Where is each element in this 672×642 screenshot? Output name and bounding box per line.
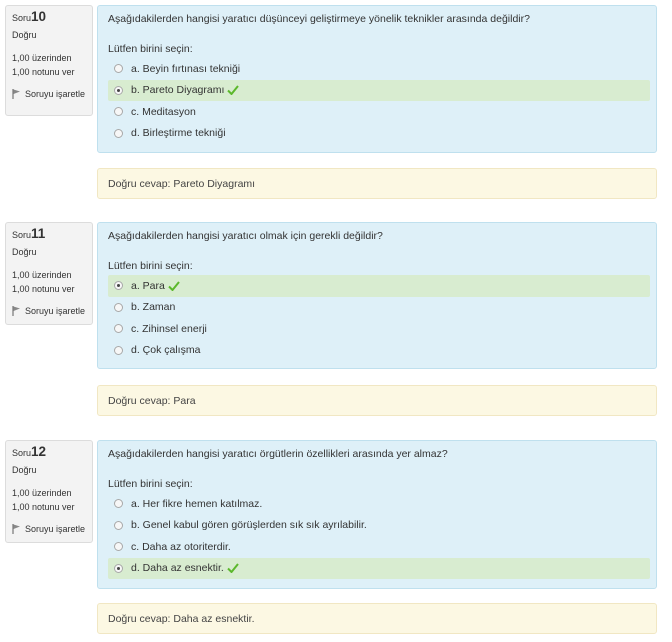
question-info: Soru10 Doğru 1,00 üzerinden 1,00 notunu … bbox=[5, 5, 93, 116]
grade-line-2: 1,00 notunu ver bbox=[12, 284, 75, 294]
check-icon bbox=[227, 563, 239, 574]
check-icon bbox=[227, 85, 240, 96]
question-info: Soru12 Doğru 1,00 üzerinden 1,00 notunu … bbox=[5, 440, 93, 543]
question-state: Doğru bbox=[12, 30, 37, 40]
answer-options: a. Her fikre hemen katılmaz. b. Genel ka… bbox=[108, 493, 650, 579]
question-number: Soru11 bbox=[12, 227, 86, 242]
option-label: a. Her fikre hemen katılmaz. bbox=[131, 497, 263, 510]
flag-label: Soruyu işaretle bbox=[25, 89, 86, 99]
question-text: Aşağıdakilerden hangisi yaratıcı düşünce… bbox=[108, 13, 530, 25]
option-label: a. Beyin fırtınası tekniği bbox=[131, 62, 241, 75]
flag-question-button[interactable]: Soruyu işaretle bbox=[12, 524, 86, 534]
answer-option[interactable]: d. Birleştirme tekniği bbox=[108, 123, 650, 145]
question-text: Aşağıdakilerden hangisi yaratıcı olmak i… bbox=[108, 230, 383, 242]
answer-option-selected[interactable]: b. Pareto Diyagramı bbox=[108, 79, 650, 101]
grade-line-1: 1,00 üzerinden bbox=[12, 53, 72, 63]
answer-option[interactable]: c. Zihinsel enerji bbox=[108, 318, 650, 340]
radio-button-checked[interactable] bbox=[114, 281, 123, 291]
option-label: c. Daha az otoriterdir. bbox=[131, 540, 231, 553]
right-answer-box: Doğru cevap: Para bbox=[97, 385, 657, 416]
radio-button[interactable] bbox=[114, 324, 123, 334]
radio-button[interactable] bbox=[114, 345, 123, 355]
radio-button[interactable] bbox=[114, 64, 123, 74]
question-grade: 1,00 üzerinden 1,00 notunu ver bbox=[12, 268, 86, 296]
question-number: Soru10 bbox=[12, 10, 86, 25]
question-formulation: Aşağıdakilerden hangisi yaratıcı olmak i… bbox=[97, 222, 657, 369]
answer-prompt: Lütfen birini seçin: bbox=[108, 478, 193, 490]
option-label: a. Para bbox=[131, 279, 165, 292]
grade-line-1: 1,00 üzerinden bbox=[12, 270, 72, 280]
right-answer-box: Doğru cevap: Pareto Diyagramı bbox=[97, 168, 657, 199]
answer-prompt: Lütfen birini seçin: bbox=[108, 260, 193, 272]
radio-button[interactable] bbox=[114, 302, 123, 312]
question-number: Soru12 bbox=[12, 445, 86, 460]
answer-option[interactable]: a. Her fikre hemen katılmaz. bbox=[108, 493, 650, 515]
option-label: b. Zaman bbox=[131, 301, 176, 314]
question-state: Doğru bbox=[12, 247, 37, 257]
question-grade: 1,00 üzerinden 1,00 notunu ver bbox=[12, 51, 86, 79]
option-label: d. Birleştirme tekniği bbox=[131, 127, 226, 140]
flag-question-button[interactable]: Soruyu işaretle bbox=[12, 89, 86, 99]
radio-button[interactable] bbox=[114, 520, 123, 530]
option-label: d. Çok çalışma bbox=[131, 344, 201, 357]
flag-label: Soruyu işaretle bbox=[25, 306, 86, 316]
radio-button[interactable] bbox=[114, 499, 123, 509]
answer-options: a. Beyin fırtınası tekniği b. Pareto Diy… bbox=[108, 58, 650, 144]
radio-button[interactable] bbox=[114, 107, 123, 117]
answer-option[interactable]: d. Çok çalışma bbox=[108, 340, 650, 362]
right-answer-text: Doğru cevap: Pareto Diyagramı bbox=[108, 177, 256, 190]
grade-line-2: 1,00 notunu ver bbox=[12, 502, 75, 512]
answer-option[interactable]: c. Daha az otoriterdir. bbox=[108, 536, 650, 558]
flag-icon bbox=[12, 524, 20, 534]
question-state: Doğru bbox=[12, 465, 37, 475]
flag-icon bbox=[12, 89, 20, 99]
radio-button[interactable] bbox=[114, 542, 123, 552]
soru-label: Soru bbox=[12, 448, 32, 458]
radio-button-checked[interactable] bbox=[114, 85, 123, 95]
question-number-value: 12 bbox=[31, 444, 47, 459]
question-info: Soru11 Doğru 1,00 üzerinden 1,00 notunu … bbox=[5, 222, 93, 325]
grade-line-2: 1,00 notunu ver bbox=[12, 67, 75, 77]
flag-icon bbox=[12, 306, 20, 316]
soru-label: Soru bbox=[12, 230, 32, 240]
flag-question-button[interactable]: Soruyu işaretle bbox=[12, 306, 86, 316]
question-formulation: Aşağıdakilerden hangisi yaratıcı örgütle… bbox=[97, 440, 657, 589]
answer-option[interactable]: b. Genel kabul gören görüşlerden sık sık… bbox=[108, 515, 650, 537]
radio-button[interactable] bbox=[114, 128, 123, 138]
radio-button-checked[interactable] bbox=[114, 563, 123, 573]
check-icon bbox=[168, 281, 180, 291]
soru-label: Soru bbox=[12, 13, 32, 23]
option-label: c. Meditasyon bbox=[131, 105, 196, 118]
answer-options: a. Para b. Zaman c. Zihinsel enerji d. Ç… bbox=[108, 275, 650, 361]
option-label: c. Zihinsel enerji bbox=[131, 322, 207, 335]
right-answer-box: Doğru cevap: Daha az esnektir. bbox=[97, 603, 657, 634]
right-answer-text: Doğru cevap: Para bbox=[108, 394, 196, 407]
grade-line-1: 1,00 üzerinden bbox=[12, 488, 72, 498]
option-label: b. Genel kabul gören görüşlerden sık sık… bbox=[131, 519, 367, 532]
answer-option-selected[interactable]: a. Para bbox=[108, 275, 650, 297]
flag-label: Soruyu işaretle bbox=[25, 524, 86, 534]
answer-prompt: Lütfen birini seçin: bbox=[108, 43, 193, 55]
question-text: Aşağıdakilerden hangisi yaratıcı örgütle… bbox=[108, 448, 448, 460]
option-label: b. Pareto Diyagramı bbox=[131, 84, 225, 97]
question-formulation: Aşağıdakilerden hangisi yaratıcı düşünce… bbox=[97, 5, 657, 153]
right-answer-text: Doğru cevap: Daha az esnektir. bbox=[108, 612, 255, 625]
answer-option-selected[interactable]: d. Daha az esnektir. bbox=[108, 557, 650, 579]
answer-option[interactable]: a. Beyin fırtınası tekniği bbox=[108, 58, 650, 80]
question-number-value: 11 bbox=[31, 226, 46, 241]
question-number-value: 10 bbox=[31, 9, 47, 24]
answer-option[interactable]: c. Meditasyon bbox=[108, 101, 650, 123]
answer-option[interactable]: b. Zaman bbox=[108, 297, 650, 319]
question-grade: 1,00 üzerinden 1,00 notunu ver bbox=[12, 486, 86, 514]
option-label: d. Daha az esnektir. bbox=[131, 562, 224, 575]
